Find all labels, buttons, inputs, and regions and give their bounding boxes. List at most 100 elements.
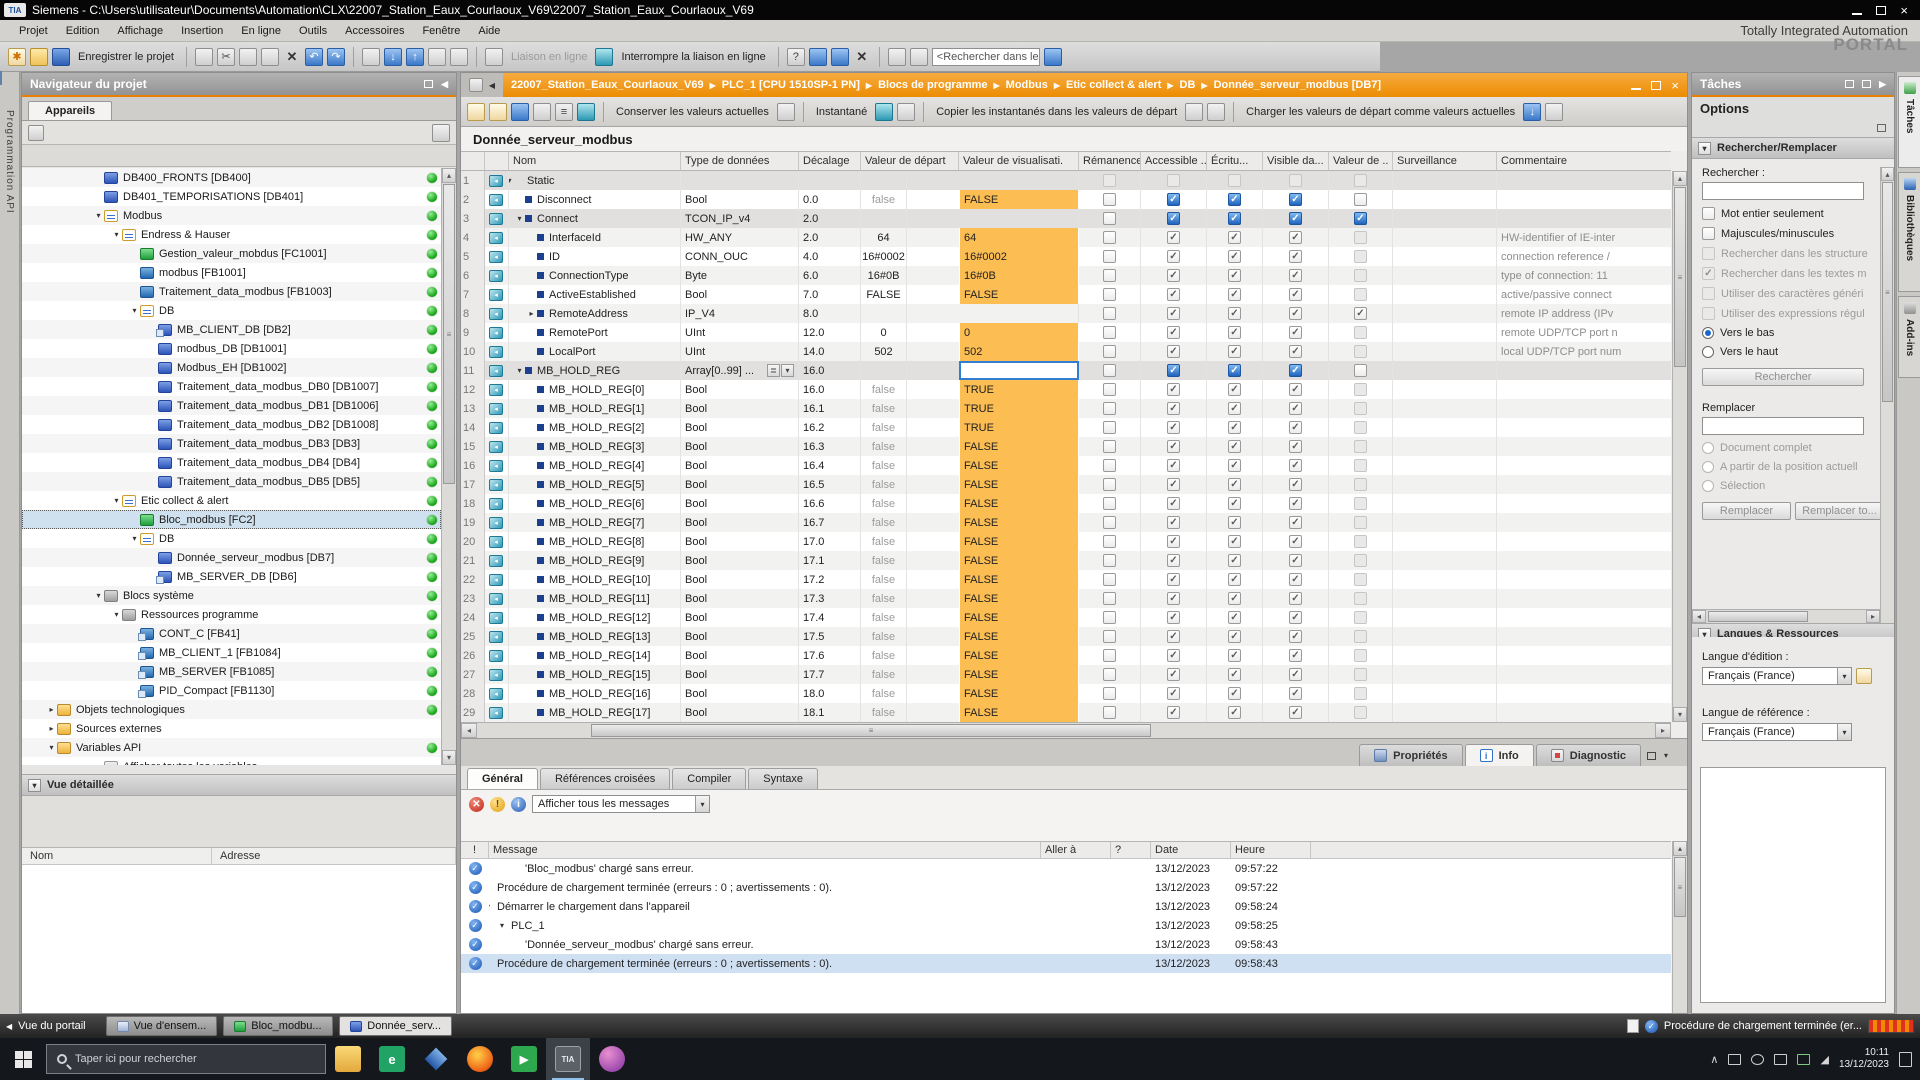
accessible-checkbox[interactable]: [1167, 478, 1180, 491]
remanence-checkbox[interactable]: [1103, 402, 1116, 415]
ecriture-checkbox[interactable]: [1228, 250, 1241, 263]
tree-item[interactable]: ▾ DB: [22, 301, 441, 320]
cell-decalage[interactable]: 17.0: [799, 532, 861, 551]
project-search-input[interactable]: <Rechercher dans le: [932, 48, 1040, 66]
replace-scope-option[interactable]: Document complet: [1702, 442, 1884, 454]
col-ecriture[interactable]: Écritu...: [1207, 152, 1263, 170]
cell-commentaire[interactable]: [1497, 589, 1671, 608]
cell-accessible[interactable]: [1141, 627, 1207, 646]
message-goto-cell[interactable]: [1041, 897, 1111, 916]
ecriture-checkbox[interactable]: [1228, 402, 1241, 415]
cell-valeur-depart[interactable]: false: [861, 665, 907, 684]
clock[interactable]: 10:11 13/12/2023: [1839, 1047, 1889, 1071]
cell-nom[interactable]: LocalPort: [509, 342, 681, 361]
visible-checkbox[interactable]: [1289, 592, 1302, 605]
cell-decalage[interactable]: 12.0: [799, 323, 861, 342]
tray-shield-icon[interactable]: [1797, 1054, 1810, 1065]
cell-valeur-depart[interactable]: false: [861, 475, 907, 494]
cell-decalage[interactable]: 17.5: [799, 627, 861, 646]
cell-valeur-visualisation[interactable]: FALSE: [959, 532, 1079, 551]
direction-radio[interactable]: [1702, 346, 1714, 358]
remanence-checkbox[interactable]: [1103, 345, 1116, 358]
cell-remanence[interactable]: [1079, 665, 1141, 684]
remanence-checkbox[interactable]: [1103, 269, 1116, 282]
find-replace-collapse-icon[interactable]: ▾: [1698, 142, 1711, 155]
remanence-checkbox[interactable]: [1103, 459, 1116, 472]
cell-accessible[interactable]: [1141, 228, 1207, 247]
cell-valeur-visualisation[interactable]: FALSE: [959, 703, 1079, 722]
accessible-checkbox[interactable]: [1167, 611, 1180, 624]
tree-item[interactable]: ▾ Modbus: [22, 206, 441, 225]
db-table-row[interactable]: 9 ◂ RemotePort UInt≣▾ 12.0 0 0 remote UD…: [461, 323, 1671, 342]
cell-commentaire[interactable]: [1497, 703, 1671, 722]
db-table-row[interactable]: 10 ◂ LocalPort UInt≣▾ 14.0 502 502 local…: [461, 342, 1671, 361]
valeur-reglage-checkbox[interactable]: [1354, 212, 1367, 225]
cell-accessible[interactable]: [1141, 399, 1207, 418]
cell-valeur-depart[interactable]: false: [861, 456, 907, 475]
search-option[interactable]: Rechercher dans les textes m: [1702, 267, 1884, 280]
col-valeur-visualisation[interactable]: Valeur de visualisati.: [959, 152, 1079, 170]
cell-commentaire[interactable]: remote UDP/TCP port n: [1497, 323, 1671, 342]
cell-commentaire[interactable]: [1497, 418, 1671, 437]
visible-checkbox[interactable]: [1289, 611, 1302, 624]
accessible-checkbox[interactable]: [1167, 630, 1180, 643]
valeur-reglage-checkbox[interactable]: [1354, 231, 1367, 244]
table-scroll-up-icon[interactable]: ▴: [1673, 171, 1687, 186]
cell-valeur-depart[interactable]: FALSE: [861, 285, 907, 304]
ecriture-checkbox[interactable]: [1228, 326, 1241, 339]
valeur-reglage-checkbox[interactable]: [1354, 649, 1367, 662]
cell-nom[interactable]: Disconnect: [509, 190, 681, 209]
cell-valeur-visualisation[interactable]: FALSE: [959, 646, 1079, 665]
cell-commentaire[interactable]: [1497, 627, 1671, 646]
message-goto-cell[interactable]: [1041, 878, 1111, 897]
tree-expand-arrow[interactable]: ▸: [46, 705, 57, 714]
valeur-reglage-checkbox[interactable]: [1354, 592, 1367, 605]
cell-type[interactable]: Bool≣▾: [681, 475, 799, 494]
accessible-checkbox[interactable]: [1167, 212, 1180, 225]
ecriture-checkbox[interactable]: [1228, 174, 1241, 187]
cell-valeur-reglage[interactable]: [1329, 532, 1393, 551]
valeur-reglage-checkbox[interactable]: [1354, 288, 1367, 301]
visible-checkbox[interactable]: [1289, 307, 1302, 320]
table-scroll-right-icon[interactable]: ▸: [1655, 723, 1671, 738]
cell-valeur-reglage[interactable]: [1329, 608, 1393, 627]
cell-nom[interactable]: MB_HOLD_REG[0]: [509, 380, 681, 399]
ecriture-checkbox[interactable]: [1228, 668, 1241, 681]
tray-volume-icon[interactable]: [1774, 1054, 1787, 1065]
cell-ecriture[interactable]: [1207, 437, 1263, 456]
cell-ecriture[interactable]: [1207, 665, 1263, 684]
cell-remanence[interactable]: [1079, 684, 1141, 703]
cell-accessible[interactable]: [1141, 532, 1207, 551]
cell-valeur-visualisation[interactable]: FALSE: [959, 285, 1079, 304]
cell-type[interactable]: CONN_OUC≣▾: [681, 247, 799, 266]
close-editor-icon[interactable]: ✕: [853, 48, 871, 66]
tree-item[interactable]: ▾ Variables API: [22, 738, 441, 757]
cell-decalage[interactable]: 17.1: [799, 551, 861, 570]
cell-visible[interactable]: [1263, 589, 1329, 608]
cell-visible[interactable]: [1263, 684, 1329, 703]
tree-expand-arrow[interactable]: ▸: [46, 724, 57, 733]
tree-item[interactable]: modbus [FB1001]: [22, 263, 441, 282]
subtab-references[interactable]: Références croisées: [540, 768, 670, 789]
visible-checkbox[interactable]: [1289, 573, 1302, 586]
tree-item[interactable]: Traitement_data_modbus_DB1 [DB1006]: [22, 396, 441, 415]
cell-decalage[interactable]: 0.0: [799, 190, 861, 209]
cell-nom[interactable]: ▾Static: [509, 171, 681, 190]
cell-nom[interactable]: MB_HOLD_REG[9]: [509, 551, 681, 570]
cell-ecriture[interactable]: [1207, 304, 1263, 323]
cell-surveillance[interactable]: [1393, 627, 1497, 646]
cell-valeur-reglage[interactable]: [1329, 513, 1393, 532]
editor-tab[interactable]: Vue d'ensem...: [106, 1016, 218, 1036]
message-help-cell[interactable]: [1111, 954, 1151, 973]
tree-item[interactable]: modbus_DB [DB1001]: [22, 339, 441, 358]
tree-expand-arrow[interactable]: ▾: [111, 610, 122, 619]
cell-valeur-visualisation[interactable]: 16#0002: [959, 247, 1079, 266]
cell-decalage[interactable]: 18.1: [799, 703, 861, 722]
filter-info-icon[interactable]: i: [511, 797, 526, 812]
navigator-view-icon[interactable]: [432, 124, 450, 142]
valeur-reglage-checkbox[interactable]: [1354, 307, 1367, 320]
cell-nom[interactable]: MB_HOLD_REG[15]: [509, 665, 681, 684]
ecriture-checkbox[interactable]: [1228, 421, 1241, 434]
cell-valeur-depart[interactable]: false: [861, 570, 907, 589]
cell-valeur-depart[interactable]: [861, 361, 907, 380]
